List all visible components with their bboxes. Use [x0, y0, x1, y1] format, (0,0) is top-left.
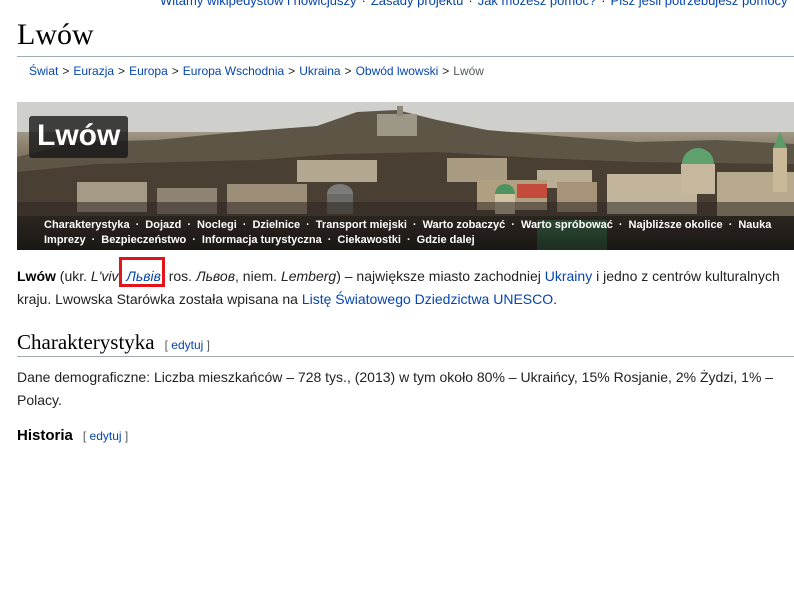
nav-separator: ·: [91, 234, 96, 246]
nav-link-bezpieczenstwo[interactable]: Bezpieczeństwo: [101, 234, 186, 246]
intro-text: , ros.: [160, 268, 196, 284]
breadcrumb-current: Lwów: [453, 64, 484, 78]
top-links-bar: Witamy wikipedystów i nowicjuszy · Zasady …: [160, 0, 788, 8]
city-banner: Lwów Charakterystyka · Dojazd · Noclegi · Dzie…: [17, 102, 794, 250]
breadcrumb-separator: >: [288, 64, 296, 78]
nav-link-warto-sprobowac[interactable]: Warto spróbować: [521, 219, 613, 231]
section-divider: [17, 356, 794, 357]
nav-separator: ·: [327, 234, 332, 246]
top-separator: ·: [601, 0, 606, 8]
nav-separator: ·: [192, 234, 196, 246]
section-heading-historia: Historia [ edytuj ]: [17, 427, 128, 444]
demographics-paragraph: Dane demograficzne: Liczba mieszkańców –…: [17, 369, 774, 408]
nav-separator: ·: [306, 219, 310, 231]
banner-title: Lwów: [29, 116, 129, 158]
breadcrumb-item-obwod-lwowski[interactable]: Obwód lwowski: [356, 64, 439, 78]
edit-bracket: ]: [203, 338, 210, 352]
breadcrumb-separator: >: [442, 64, 450, 78]
link-ukraina[interactable]: Ukrainy: [545, 268, 592, 284]
nav-separator: ·: [187, 219, 192, 231]
nav-link-dzielnice[interactable]: Dzielnice: [252, 219, 300, 231]
banner-navigation: Charakterystyka · Dojazd · Noclegi · Dzielnice…: [17, 216, 794, 250]
nav-link-informacja-turystyczna[interactable]: Informacja turystyczna: [202, 234, 322, 246]
top-separator: ·: [468, 0, 473, 8]
nav-link-najblizsze-okolice[interactable]: Najbliższe okolice: [629, 219, 723, 231]
nav-link-charakterystyka[interactable]: Charakterystyka: [44, 219, 130, 231]
nav-link-imprezy[interactable]: Imprezy: [44, 234, 86, 246]
edit-section-historia: [ edytuj ]: [83, 429, 128, 443]
edit-link[interactable]: edytuj: [90, 429, 122, 443]
nav-separator: ·: [242, 219, 247, 231]
intro-text: i jedno z centrów kulturalnych: [592, 268, 780, 284]
nav-link-ciekawostki[interactable]: Ciekawostki: [337, 234, 401, 246]
banner-nav-row: Imprezy · Bezpieczeństwo · Informacja turyst…: [44, 234, 475, 246]
top-link-pisz[interactable]: Pisz jeśli potrzebujesz pomocy: [611, 0, 788, 8]
section-heading-charakterystyka: Charakterystyka [ edytuj ]: [17, 330, 210, 355]
intro-text: .: [553, 291, 558, 307]
nav-separator: ·: [618, 219, 623, 231]
intro-niem-name: Lemberg: [280, 268, 337, 284]
nav-link-transport-miejski[interactable]: Transport miejski: [316, 219, 407, 231]
edit-bracket: [: [82, 429, 90, 443]
highlight-box: [119, 257, 165, 287]
intro-text: ) – największe miasto zachodniej: [336, 268, 545, 284]
intro-city-name: Lwów: [17, 268, 56, 284]
nav-link-dojazd[interactable]: Dojazd: [145, 219, 181, 231]
nav-link-warto-zobaczyc[interactable]: Warto zobaczyć: [423, 219, 506, 231]
breadcrumb-item-ukraina[interactable]: Ukraina: [299, 64, 340, 78]
nav-link-noclegi[interactable]: Noclegi: [197, 219, 237, 231]
link-unesco[interactable]: Listę Światowego Dziedzictwa UNESCO: [302, 291, 553, 307]
section-title: Charakterystyka: [17, 330, 155, 354]
nav-separator: ·: [511, 219, 515, 231]
intro-ros-name: Львов: [195, 268, 236, 284]
top-separator: ·: [361, 0, 366, 8]
intro-text: (ukr.: [55, 268, 91, 284]
edit-bracket: ]: [121, 429, 129, 443]
top-link-pomoc[interactable]: Jak możesz pomóc?: [478, 0, 597, 8]
edit-link[interactable]: edytuj: [171, 338, 203, 352]
breadcrumb: Świat > Eurazja > Europa > Europa Wschodnia > Uk…: [29, 64, 484, 78]
intro-line-2: kraju. Lwowska Starówka została wpisana …: [17, 288, 794, 311]
intro-text: , niem.: [235, 268, 281, 284]
title-divider: [17, 56, 794, 57]
breadcrumb-separator: >: [171, 64, 179, 78]
section-title: Historia: [17, 427, 73, 444]
intro-text: kraju. Lwowska Starówka została wpisana …: [17, 291, 302, 307]
edit-section-charakterystyka: [ edytuj ]: [165, 338, 210, 352]
breadcrumb-item-europa[interactable]: Europa: [129, 64, 168, 78]
breadcrumb-item-swiat[interactable]: Świat: [29, 64, 58, 78]
nav-separator: ·: [412, 219, 417, 231]
breadcrumb-separator: >: [62, 64, 70, 78]
nav-link-gdzie-dalej[interactable]: Gdzie dalej: [417, 234, 475, 246]
nav-separator: ·: [406, 234, 411, 246]
nav-separator: ·: [728, 219, 733, 231]
page-title: Lwów: [17, 18, 94, 51]
nav-separator: ·: [135, 219, 140, 231]
breadcrumb-item-eurazja[interactable]: Eurazja: [73, 64, 114, 78]
top-link-zasady[interactable]: Zasady projektu: [371, 0, 464, 8]
breadcrumb-separator: >: [118, 64, 126, 78]
nav-link-nauka[interactable]: Nauka: [738, 219, 771, 231]
breadcrumb-item-europa-wschodnia[interactable]: Europa Wschodnia: [183, 64, 284, 78]
breadcrumb-separator: >: [344, 64, 352, 78]
intro-ukr-latin: L'viv: [90, 268, 119, 284]
top-link-witamy[interactable]: Witamy wikipedystów i nowicjuszy: [160, 0, 357, 8]
banner-nav-row: Charakterystyka · Dojazd · Noclegi · Dzielnice…: [44, 219, 771, 231]
